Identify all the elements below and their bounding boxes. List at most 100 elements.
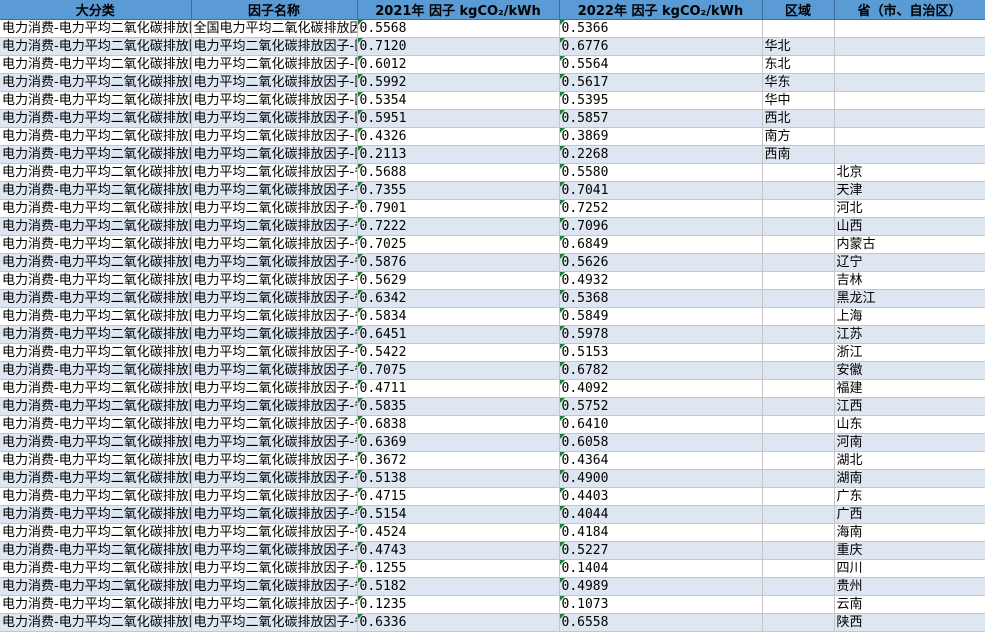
cell-2021-value[interactable]: 0.5951 xyxy=(357,109,560,128)
cell-factor-name[interactable]: 电力平均二氧化碳排放因子-省级电力平均二氧化碳排放因子 xyxy=(191,505,358,524)
cell-region[interactable] xyxy=(762,451,835,470)
cell-region[interactable] xyxy=(762,181,835,200)
cell-category[interactable]: 电力消费-电力平均二氧化碳排放因子- xyxy=(0,613,192,632)
cell-region[interactable] xyxy=(762,253,835,272)
cell-region[interactable] xyxy=(762,235,835,254)
cell-province[interactable]: 江西 xyxy=(834,397,985,416)
cell-province[interactable]: 广东 xyxy=(834,487,985,506)
cell-factor-name[interactable]: 电力平均二氧化碳排放因子-区域电力平均二氧化碳排放因子 xyxy=(191,109,358,128)
cell-region[interactable]: 华东 xyxy=(762,73,835,92)
cell-category[interactable]: 电力消费-电力平均二氧化碳排放因子- xyxy=(0,397,192,416)
cell-factor-name[interactable]: 电力平均二氧化碳排放因子-省级电力平均二氧化碳排放因子 xyxy=(191,451,358,470)
cell-2022-value[interactable]: 0.5617 xyxy=(559,73,763,92)
cell-factor-name[interactable]: 电力平均二氧化碳排放因子-省级电力平均二氧化碳排放因子 xyxy=(191,271,358,290)
cell-region[interactable]: 东北 xyxy=(762,55,835,74)
cell-province[interactable]: 贵州 xyxy=(834,577,985,596)
cell-factor-name[interactable]: 电力平均二氧化碳排放因子-省级电力平均二氧化碳排放因子 xyxy=(191,541,358,560)
cell-category[interactable]: 电力消费-电力平均二氧化碳排放因子- xyxy=(0,55,192,74)
cell-province[interactable]: 广西 xyxy=(834,505,985,524)
cell-2021-value[interactable]: 0.5834 xyxy=(357,307,560,326)
cell-category[interactable]: 电力消费-电力平均二氧化碳排放因子- xyxy=(0,145,192,164)
header-category[interactable]: 大分类 xyxy=(0,0,192,20)
cell-2021-value[interactable]: 0.5182 xyxy=(357,577,560,596)
cell-2021-value[interactable]: 0.1255 xyxy=(357,559,560,578)
cell-2021-value[interactable]: 0.7075 xyxy=(357,361,560,380)
cell-region[interactable]: 华北 xyxy=(762,37,835,56)
cell-2022-value[interactable]: 0.6849 xyxy=(559,235,763,254)
cell-2022-value[interactable]: 0.4989 xyxy=(559,577,763,596)
cell-province[interactable]: 上海 xyxy=(834,307,985,326)
cell-2022-value[interactable]: 0.4932 xyxy=(559,271,763,290)
cell-region[interactable] xyxy=(762,505,835,524)
cell-2021-value[interactable]: 0.6342 xyxy=(357,289,560,308)
cell-province[interactable]: 山东 xyxy=(834,415,985,434)
cell-2021-value[interactable]: 0.6336 xyxy=(357,613,560,632)
cell-2022-value[interactable]: 0.7096 xyxy=(559,217,763,236)
cell-region[interactable] xyxy=(762,577,835,596)
header-2022-factor[interactable]: 2022年 因子 kgCO₂/kWh xyxy=(559,0,763,20)
cell-province[interactable]: 重庆 xyxy=(834,541,985,560)
cell-factor-name[interactable]: 电力平均二氧化碳排放因子-省级电力平均二氧化碳排放因子 xyxy=(191,289,358,308)
cell-province[interactable]: 北京 xyxy=(834,163,985,182)
cell-category[interactable]: 电力消费-电力平均二氧化碳排放因子- xyxy=(0,217,192,236)
cell-2021-value[interactable]: 0.6838 xyxy=(357,415,560,434)
cell-province[interactable]: 山西 xyxy=(834,217,985,236)
cell-category[interactable]: 电力消费-电力平均二氧化碳排放因子- xyxy=(0,37,192,56)
cell-2021-value[interactable]: 0.6451 xyxy=(357,325,560,344)
cell-province[interactable]: 四川 xyxy=(834,559,985,578)
cell-factor-name[interactable]: 电力平均二氧化碳排放因子-区域电力平均二氧化碳排放因子 xyxy=(191,91,358,110)
cell-province[interactable]: 河南 xyxy=(834,433,985,452)
cell-category[interactable]: 电力消费-电力平均二氧化碳排放因子- xyxy=(0,559,192,578)
cell-2022-value[interactable]: 0.5626 xyxy=(559,253,763,272)
cell-factor-name[interactable]: 电力平均二氧化碳排放因子-省级电力平均二氧化碳排放因子 xyxy=(191,343,358,362)
cell-factor-name[interactable]: 电力平均二氧化碳排放因子-省级电力平均二氧化碳排放因子 xyxy=(191,469,358,488)
cell-factor-name[interactable]: 电力平均二氧化碳排放因子-省级电力平均二氧化碳排放因子 xyxy=(191,235,358,254)
cell-category[interactable]: 电力消费-电力平均二氧化碳排放因子- xyxy=(0,379,192,398)
cell-province[interactable] xyxy=(834,19,985,38)
cell-category[interactable]: 电力消费-电力平均二氧化碳排放因子- xyxy=(0,91,192,110)
cell-2021-value[interactable]: 0.4743 xyxy=(357,541,560,560)
cell-2022-value[interactable]: 0.5368 xyxy=(559,289,763,308)
cell-factor-name[interactable]: 电力平均二氧化碳排放因子-省级电力平均二氧化碳排放因子 xyxy=(191,613,358,632)
cell-factor-name[interactable]: 电力平均二氧化碳排放因子-区域电力平均二氧化碳排放因子 xyxy=(191,145,358,164)
cell-2021-value[interactable]: 0.5568 xyxy=(357,19,560,38)
cell-category[interactable]: 电力消费-电力平均二氧化碳排放因子- xyxy=(0,451,192,470)
cell-2021-value[interactable]: 0.4711 xyxy=(357,379,560,398)
cell-2021-value[interactable]: 0.7120 xyxy=(357,37,560,56)
cell-category[interactable]: 电力消费-电力平均二氧化碳排放因子- xyxy=(0,199,192,218)
cell-category[interactable]: 电力消费-电力平均二氧化碳排放因子- xyxy=(0,523,192,542)
cell-region[interactable] xyxy=(762,379,835,398)
cell-category[interactable]: 电力消费-电力平均二氧化碳排放因子- xyxy=(0,163,192,182)
cell-province[interactable]: 黑龙江 xyxy=(834,289,985,308)
cell-category[interactable]: 电力消费-电力平均二氧化碳排放因子- xyxy=(0,289,192,308)
cell-province[interactable]: 吉林 xyxy=(834,271,985,290)
cell-region[interactable] xyxy=(762,559,835,578)
cell-2021-value[interactable]: 0.3672 xyxy=(357,451,560,470)
cell-region[interactable] xyxy=(762,271,835,290)
cell-2022-value[interactable]: 0.4092 xyxy=(559,379,763,398)
cell-2021-value[interactable]: 0.2113 xyxy=(357,145,560,164)
cell-province[interactable] xyxy=(834,37,985,56)
cell-province[interactable]: 安徽 xyxy=(834,361,985,380)
cell-2022-value[interactable]: 0.5978 xyxy=(559,325,763,344)
cell-region[interactable] xyxy=(762,523,835,542)
cell-factor-name[interactable]: 电力平均二氧化碳排放因子-省级电力平均二氧化碳排放因子 xyxy=(191,577,358,596)
cell-province[interactable]: 天津 xyxy=(834,181,985,200)
cell-province[interactable]: 云南 xyxy=(834,595,985,614)
cell-category[interactable]: 电力消费-电力平均二氧化碳排放因子- xyxy=(0,307,192,326)
cell-2022-value[interactable]: 0.6058 xyxy=(559,433,763,452)
cell-factor-name[interactable]: 电力平均二氧化碳排放因子-省级电力平均二氧化碳排放因子 xyxy=(191,487,358,506)
cell-region[interactable] xyxy=(762,415,835,434)
header-2021-factor[interactable]: 2021年 因子 kgCO₂/kWh xyxy=(357,0,560,20)
cell-region[interactable] xyxy=(762,397,835,416)
cell-2022-value[interactable]: 0.7252 xyxy=(559,199,763,218)
cell-factor-name[interactable]: 电力平均二氧化碳排放因子-区域电力平均二氧化碳排放因子 xyxy=(191,55,358,74)
cell-2022-value[interactable]: 0.4044 xyxy=(559,505,763,524)
cell-2021-value[interactable]: 0.5992 xyxy=(357,73,560,92)
cell-2022-value[interactable]: 0.5580 xyxy=(559,163,763,182)
cell-category[interactable]: 电力消费-电力平均二氧化碳排放因子- xyxy=(0,415,192,434)
cell-category[interactable]: 电力消费-电力平均二氧化碳排放因子- xyxy=(0,181,192,200)
cell-province[interactable] xyxy=(834,127,985,146)
cell-factor-name[interactable]: 电力平均二氧化碳排放因子-省级电力平均二氧化碳排放因子 xyxy=(191,415,358,434)
cell-factor-name[interactable]: 电力平均二氧化碳排放因子-省级电力平均二氧化碳排放因子 xyxy=(191,595,358,614)
